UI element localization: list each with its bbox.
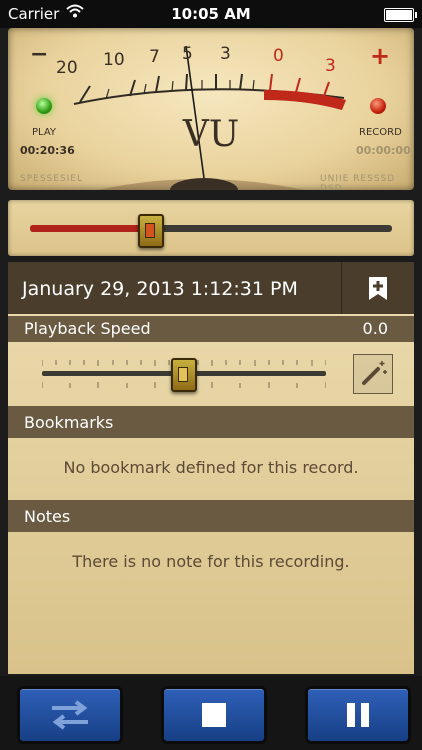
play-indicator-light xyxy=(36,98,52,114)
playback-speed-value: 0.0 xyxy=(362,319,388,338)
slider-track[interactable] xyxy=(30,225,392,232)
stop-button[interactable] xyxy=(161,686,267,744)
pause-button[interactable] xyxy=(305,686,411,744)
vu-meter: − 20 10 7 5 3 0 3 + VU PLAY 00:20:36 REC… xyxy=(8,28,414,190)
battery-icon xyxy=(384,8,417,22)
bookmarks-section-header: Bookmarks xyxy=(8,406,414,438)
repeat-mode-button[interactable] xyxy=(17,686,123,744)
scale-label-0: 0 xyxy=(273,46,284,66)
minus-sign: − xyxy=(30,42,49,67)
slider-thumb[interactable] xyxy=(138,214,165,248)
record-time: 00:00:00 xyxy=(356,144,411,157)
playback-speed-bar: Playback Speed 0.0 xyxy=(8,316,414,342)
play-label: PLAY xyxy=(32,127,57,138)
meter-brand-right: UNIIE RESSSD DSD xyxy=(320,174,396,190)
scale-label-7: 7 xyxy=(149,47,160,67)
scale-label-20: 20 xyxy=(56,58,78,78)
notes-empty-text: There is no note for this recording. xyxy=(72,552,350,571)
playback-speed-control xyxy=(8,342,414,406)
scale-label-10: 10 xyxy=(103,50,125,70)
notes-area[interactable]: There is no note for this recording. xyxy=(8,532,414,672)
played-progress xyxy=(30,225,150,232)
playback-speed-label: Playback Speed xyxy=(24,319,151,338)
scale-label-3: 3 xyxy=(220,44,231,64)
shuffle-arrows-icon xyxy=(52,700,88,730)
plus-sign: + xyxy=(370,42,391,70)
play-time: 00:20:36 xyxy=(20,144,75,157)
add-bookmark-button[interactable] xyxy=(341,262,414,314)
status-time: 10:05 AM xyxy=(171,5,251,23)
pause-icon xyxy=(347,703,369,727)
recording-date: January 29, 2013 1:12:31 PM xyxy=(22,278,298,300)
stop-icon xyxy=(202,703,226,727)
recording-header: January 29, 2013 1:12:31 PM xyxy=(8,262,414,314)
bookmarks-list: No bookmark defined for this record. xyxy=(8,438,414,504)
notes-title: Notes xyxy=(24,507,71,526)
meter-brand-left: SPESSESIEL xyxy=(20,174,84,184)
notes-section-header: Notes xyxy=(8,500,414,532)
bookmarks-title: Bookmarks xyxy=(24,413,114,432)
playback-position-slider[interactable] xyxy=(8,200,414,256)
bookmarks-empty-text: No bookmark defined for this record. xyxy=(63,458,359,477)
reset-speed-button[interactable] xyxy=(353,354,393,394)
magic-wand-icon xyxy=(362,361,387,385)
scale-label-plus-3: 3 xyxy=(325,56,336,76)
transport-toolbar xyxy=(0,676,422,750)
record-label: RECORD xyxy=(359,127,402,138)
bookmark-plus-icon xyxy=(369,277,387,300)
scale-label-5: 5 xyxy=(182,44,193,64)
playback-speed-thumb[interactable] xyxy=(171,358,197,392)
record-indicator-light xyxy=(370,98,386,114)
status-bar: Carrier 10:05 AM xyxy=(0,0,422,28)
recording-info-panel: January 29, 2013 1:12:31 PM Playback Spe… xyxy=(8,262,414,674)
